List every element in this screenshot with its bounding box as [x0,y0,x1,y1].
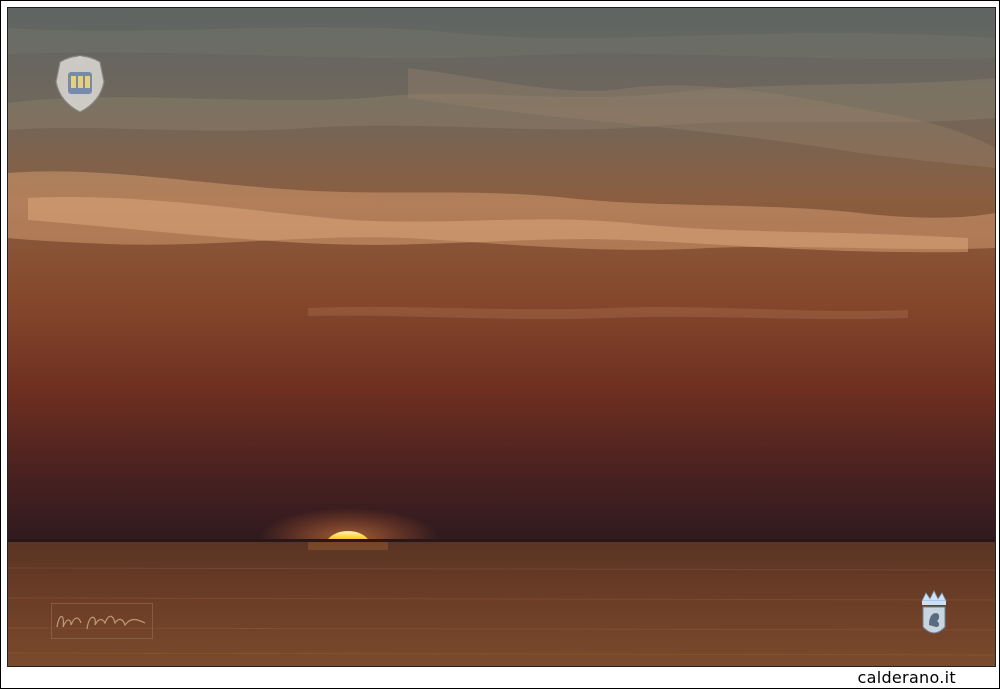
sea [8,542,995,666]
signature-watermark [51,603,153,639]
crowned-lion-crest-icon [921,590,947,634]
sun-reflection [308,542,388,550]
sunset-scene [8,8,995,666]
sunset-photo [7,7,996,667]
horizon-line [8,539,995,542]
crest-emblem-icon [55,55,105,113]
site-credit: calderano.it [857,668,956,687]
